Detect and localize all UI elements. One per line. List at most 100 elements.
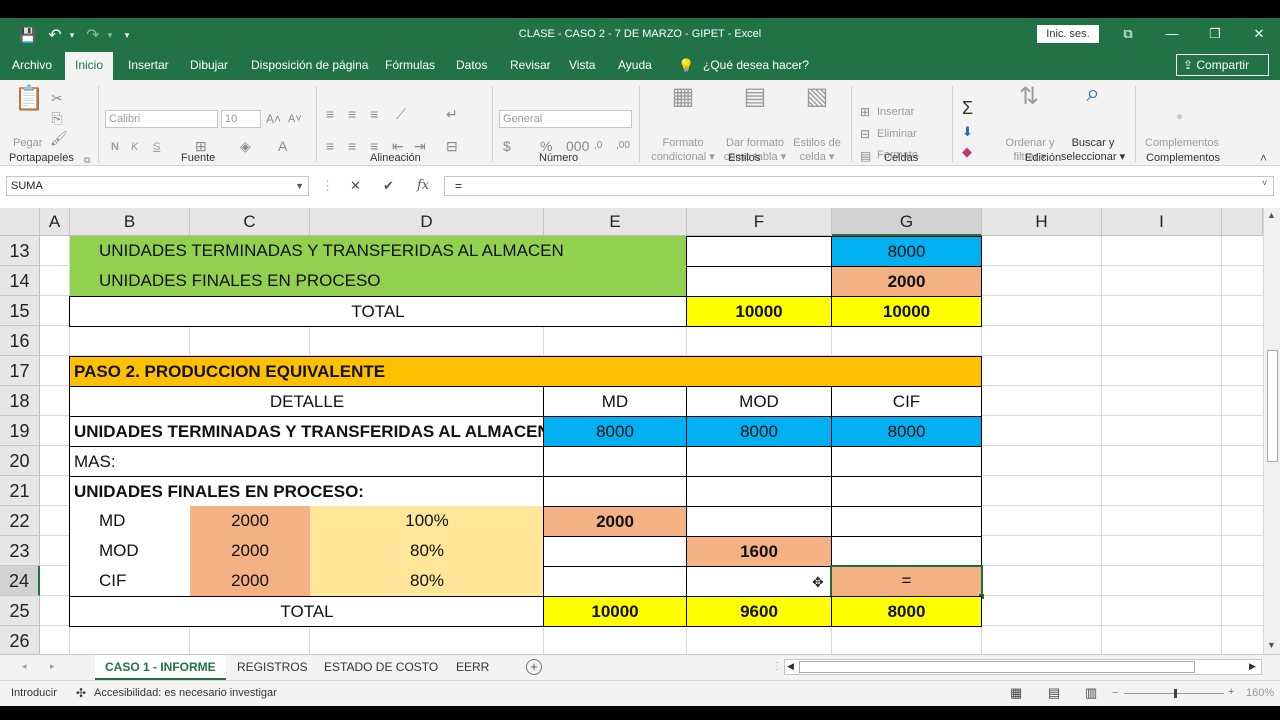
fill-icon[interactable]: ⬇: [962, 124, 973, 140]
scroll-left-icon[interactable]: ◀: [787, 661, 794, 672]
find-select-icon[interactable]: ⌕: [1076, 80, 1110, 108]
tab-ayuda[interactable]: Ayuda: [618, 58, 652, 72]
cell-b25[interactable]: TOTAL: [69, 596, 545, 627]
row-header-23[interactable]: 23: [0, 536, 40, 566]
copy-icon[interactable]: ⎘: [50, 110, 64, 126]
cell-e22[interactable]: 2000: [543, 506, 687, 537]
cell-g18[interactable]: CIF: [831, 386, 982, 417]
page-break-view-icon[interactable]: ▥: [1085, 685, 1097, 701]
cell-f23[interactable]: 1600: [686, 536, 832, 567]
row-header-24[interactable]: 24: [0, 566, 40, 596]
maximize-icon[interactable]: ❐: [1203, 24, 1227, 44]
cell-c24[interactable]: 2000: [190, 566, 310, 596]
cell-f14[interactable]: [686, 266, 832, 297]
align-top-icon[interactable]: ≡: [326, 106, 334, 122]
cell-b13[interactable]: UNIDADES TERMINADAS Y TRANSFERIDAS AL AL…: [70, 236, 687, 266]
tab-vista[interactable]: Vista: [569, 58, 595, 72]
wrap-text-icon[interactable]: ↵: [446, 106, 458, 122]
scroll-thumb[interactable]: [1267, 350, 1278, 462]
scroll-up-icon[interactable]: ▲: [1267, 210, 1276, 220]
close-icon[interactable]: ✕: [1247, 24, 1271, 44]
cell-f20[interactable]: [686, 446, 832, 477]
row-header-17[interactable]: 17: [0, 356, 40, 386]
cell-d23[interactable]: 80%: [310, 536, 544, 566]
row-header-19[interactable]: 19: [0, 416, 40, 446]
page-layout-view-icon[interactable]: ▤: [1048, 685, 1060, 701]
column-header-d[interactable]: D: [310, 208, 544, 236]
cell-e24[interactable]: [543, 566, 687, 597]
column-header-a[interactable]: A: [40, 208, 70, 236]
cell-styles-icon[interactable]: ▧: [802, 82, 832, 111]
underline-button[interactable]: S: [153, 140, 160, 154]
cell-e20[interactable]: [543, 446, 687, 477]
column-header-c[interactable]: C: [190, 208, 310, 236]
tab-insertar[interactable]: Insertar: [128, 58, 169, 72]
addins-button[interactable]: Complementos: [1145, 136, 1219, 150]
cell-b21[interactable]: UNIDADES FINALES EN PROCESO:: [69, 476, 545, 507]
sheet-tab-estado-de-costo[interactable]: ESTADO DE COSTO: [324, 655, 438, 680]
merge-center-icon[interactable]: ⊟: [446, 138, 458, 154]
cell-b22[interactable]: MD: [70, 506, 190, 536]
cell-f15[interactable]: 10000: [686, 296, 832, 327]
format-painter-icon[interactable]: 🖌: [50, 130, 68, 146]
row-header-16[interactable]: 16: [0, 326, 40, 356]
column-header-e[interactable]: E: [544, 208, 687, 236]
cell-c23[interactable]: 2000: [190, 536, 310, 566]
cell-g25[interactable]: 8000: [831, 596, 982, 627]
increase-decimal-icon[interactable]: ,0: [594, 138, 602, 154]
row-header-25[interactable]: 25: [0, 596, 40, 626]
name-box[interactable]: SUMA ▼: [6, 176, 309, 196]
zoom-slider-thumb[interactable]: [1174, 689, 1177, 698]
fill-color-icon[interactable]: ◈: [240, 138, 251, 154]
row-header-13[interactable]: 13: [0, 236, 40, 266]
cell-f13[interactable]: [686, 236, 832, 267]
delete-cells-button[interactable]: Eliminar: [877, 127, 917, 141]
addins-icon[interactable]: ●: [1176, 108, 1183, 124]
scroll-sheets-right-icon[interactable]: ▸: [50, 661, 55, 672]
insert-cells-icon[interactable]: ⊞: [860, 104, 870, 120]
cell-b15[interactable]: TOTAL: [69, 296, 687, 327]
cell-f18[interactable]: MOD: [686, 386, 832, 417]
cell-g13[interactable]: 8000: [831, 236, 982, 267]
orientation-icon[interactable]: ⟋: [396, 106, 406, 122]
row-header-22[interactable]: 22: [0, 506, 40, 536]
horizontal-scrollbar[interactable]: ◀ ▶: [784, 659, 1262, 675]
cell-f22[interactable]: [686, 506, 832, 537]
bold-button[interactable]: N: [111, 140, 119, 154]
grow-font-icon[interactable]: A˄: [266, 111, 281, 127]
cell-b23[interactable]: MOD: [70, 536, 190, 566]
cell-e18[interactable]: MD: [543, 386, 687, 417]
minimize-icon[interactable]: —: [1160, 24, 1184, 44]
sheet-tab-registros[interactable]: REGISTROS: [237, 655, 308, 680]
column-header-f[interactable]: F: [687, 208, 832, 236]
zoom-in-icon[interactable]: +: [1228, 686, 1234, 698]
share-button[interactable]: ⇪ Compartir: [1176, 54, 1269, 76]
cell-g14[interactable]: 2000: [831, 266, 982, 297]
cell-d24[interactable]: 80%: [310, 566, 544, 596]
cell-d22[interactable]: 100%: [310, 506, 544, 536]
insert-cells-button[interactable]: Insertar: [877, 105, 914, 119]
tab-inicio[interactable]: Inicio: [65, 52, 114, 80]
autosum-icon[interactable]: Σ: [962, 99, 973, 117]
scroll-sheets-left-icon[interactable]: ◂: [22, 661, 27, 672]
add-sheet-icon[interactable]: +: [526, 659, 542, 675]
tab-disposicion[interactable]: Disposición de página: [251, 58, 368, 72]
zoom-level[interactable]: 160%: [1246, 687, 1274, 699]
column-header-i[interactable]: I: [1102, 208, 1222, 236]
row-header-26[interactable]: 26: [0, 626, 40, 654]
align-middle-icon[interactable]: ≡: [348, 106, 356, 122]
tab-datos[interactable]: Datos: [456, 58, 487, 72]
scroll-down-icon[interactable]: ▼: [1267, 640, 1276, 650]
tell-me-search[interactable]: ¿Qué desea hacer?: [703, 58, 809, 72]
row-header-18[interactable]: 18: [0, 386, 40, 416]
row-header-15[interactable]: 15: [0, 296, 40, 326]
cell-b17[interactable]: PASO 2. PRODUCCION EQUIVALENTE: [69, 356, 982, 387]
row-header-14[interactable]: 14: [0, 266, 40, 296]
font-name-box[interactable]: Calibri: [105, 110, 218, 128]
cell-g19[interactable]: 8000: [831, 416, 982, 447]
tab-revisar[interactable]: Revisar: [510, 58, 551, 72]
cell-f19[interactable]: 8000: [686, 416, 832, 447]
conditional-formatting-button[interactable]: Formato condicional ▾: [648, 136, 718, 164]
row-header-21[interactable]: 21: [0, 476, 40, 506]
row-header-20[interactable]: 20: [0, 446, 40, 476]
